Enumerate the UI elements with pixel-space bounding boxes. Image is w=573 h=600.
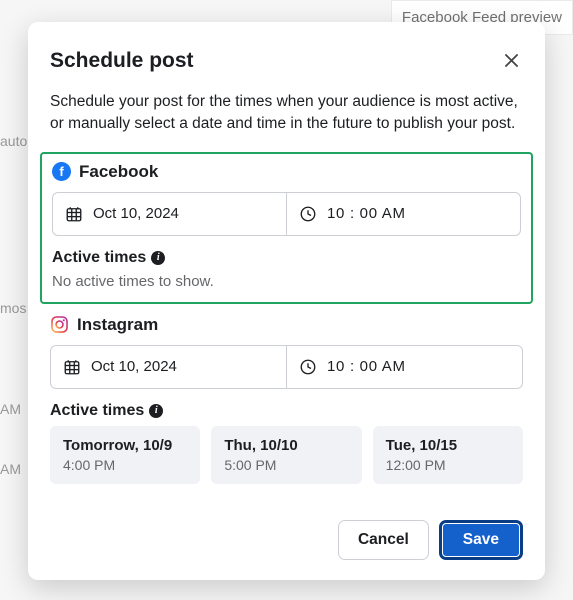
instagram-time-value: 10 : 00 AM [327,358,406,375]
facebook-no-active-times: No active times to show. [52,273,521,290]
close-icon [502,51,521,70]
instagram-timeslot-row: Tomorrow, 10/9 4:00 PM Thu, 10/10 5:00 P… [50,426,523,484]
calendar-icon [65,205,83,223]
facebook-datetime-row: Oct 10, 2024 10 : 00 AM [52,192,521,236]
instagram-date-input[interactable]: Oct 10, 2024 [51,346,287,388]
facebook-label: Facebook [79,162,158,182]
clock-icon [299,205,317,223]
facebook-heading: f Facebook [52,162,521,182]
timeslot-option[interactable]: Tomorrow, 10/9 4:00 PM [50,426,200,484]
save-button[interactable]: Save [439,520,523,560]
clock-icon [299,358,317,376]
timeslot-date: Thu, 10/10 [224,437,348,454]
instagram-time-input[interactable]: 10 : 00 AM [287,346,522,388]
timeslot-time: 12:00 PM [386,457,510,473]
facebook-time-value: 10 : 00 AM [327,205,406,222]
modal-actions: Cancel Save [50,502,523,560]
facebook-date-input[interactable]: Oct 10, 2024 [53,193,287,235]
modal-title: Schedule post [50,49,194,73]
schedule-post-modal: Schedule post Schedule your post for the… [28,22,545,580]
instagram-datetime-row: Oct 10, 2024 10 : 00 AM [50,345,523,389]
timeslot-date: Tue, 10/15 [386,437,510,454]
instagram-active-times-heading: Active times i [50,402,523,420]
instagram-date-value: Oct 10, 2024 [91,358,177,375]
timeslot-time: 5:00 PM [224,457,348,473]
instagram-heading: Instagram [50,315,523,335]
facebook-time-input[interactable]: 10 : 00 AM [287,193,520,235]
modal-header: Schedule post [50,49,523,77]
instagram-label: Instagram [77,315,158,335]
timeslot-option[interactable]: Tue, 10/15 12:00 PM [373,426,523,484]
modal-description: Schedule your post for the times when yo… [50,91,523,136]
instagram-icon [50,315,69,334]
facebook-date-value: Oct 10, 2024 [93,205,179,222]
timeslot-date: Tomorrow, 10/9 [63,437,187,454]
info-icon[interactable]: i [149,404,163,418]
timeslot-time: 4:00 PM [63,457,187,473]
active-times-label: Active times [52,249,146,267]
info-icon[interactable]: i [151,251,165,265]
facebook-active-times-heading: Active times i [52,249,521,267]
instagram-section: Instagram Oct 10, 2024 10 : 00 AM Active… [50,314,523,484]
close-button[interactable] [500,49,523,77]
facebook-icon: f [52,162,71,181]
active-times-label: Active times [50,402,144,420]
calendar-icon [63,358,81,376]
cancel-button[interactable]: Cancel [338,520,429,560]
timeslot-option[interactable]: Thu, 10/10 5:00 PM [211,426,361,484]
facebook-section: f Facebook Oct 10, 2024 10 : 00 AM Activ… [40,152,533,304]
